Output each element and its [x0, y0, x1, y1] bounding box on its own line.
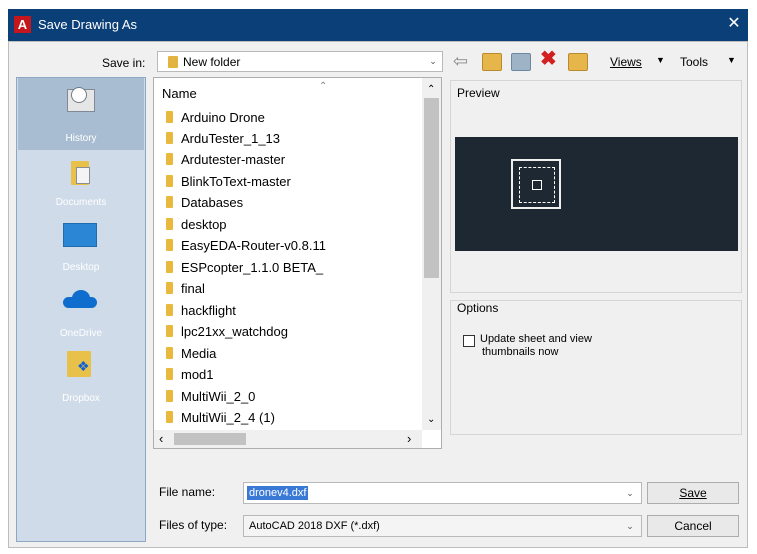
- folder-icon: [166, 347, 173, 359]
- views-menu[interactable]: Views: [610, 55, 642, 69]
- folder-icon: [166, 411, 173, 423]
- folder-icon: [166, 261, 173, 273]
- place-label-desktop[interactable]: Desktop: [17, 262, 145, 273]
- views-caret-icon[interactable]: ▼: [656, 55, 665, 65]
- scroll-down-icon[interactable]: ⌄: [427, 414, 435, 425]
- history-icon[interactable]: [65, 86, 97, 112]
- sort-indicator-icon: ⌃: [319, 81, 328, 92]
- tools-menu[interactable]: Tools: [680, 55, 708, 69]
- list-item[interactable]: ESPcopter_1.1.0 BETA_: [166, 257, 426, 277]
- folder-icon: [166, 111, 173, 123]
- close-icon[interactable]: ✕: [725, 15, 743, 33]
- vertical-scroll-thumb[interactable]: [424, 98, 439, 278]
- update-thumbnails-label[interactable]: Update sheet and view thumbnails now: [480, 333, 592, 359]
- file-type-label: Files of type:: [159, 518, 228, 532]
- horizontal-scroll-thumb[interactable]: [174, 433, 246, 445]
- list-item[interactable]: desktop: [166, 214, 426, 234]
- folder-icon: [166, 153, 173, 165]
- save-in-value: New folder: [183, 55, 241, 69]
- list-item[interactable]: Media: [166, 343, 426, 363]
- search-web-icon[interactable]: [511, 53, 531, 71]
- list-item[interactable]: MultiWii_2_0: [166, 386, 426, 406]
- save-drawing-dialog: A Save Drawing As ✕ Save in: New folder …: [0, 0, 757, 554]
- chevron-down-icon: ⌄: [429, 56, 437, 66]
- chevron-down-icon[interactable]: ⌄: [623, 483, 637, 503]
- place-label-history[interactable]: History: [17, 133, 145, 144]
- places-bar: History Documents Desktop OneDrive ❖ Dro…: [16, 77, 146, 542]
- list-item[interactable]: hackflight: [166, 300, 426, 320]
- scroll-left-icon[interactable]: ‹: [159, 431, 163, 446]
- back-arrow-icon[interactable]: ⇦: [453, 52, 471, 70]
- place-label-dropbox[interactable]: Dropbox: [17, 393, 145, 404]
- up-folder-icon[interactable]: [482, 53, 502, 71]
- documents-icon[interactable]: [71, 161, 91, 185]
- save-in-label: Save in:: [102, 56, 146, 70]
- list-item[interactable]: mod1: [166, 364, 426, 384]
- vertical-scrollbar[interactable]: ⌃ ⌄: [422, 78, 441, 430]
- file-name-label: File name:: [159, 485, 216, 499]
- place-label-documents[interactable]: Documents: [17, 197, 145, 208]
- chevron-down-icon[interactable]: ⌄: [623, 516, 637, 536]
- save-in-dropdown[interactable]: New folder ⌄: [157, 51, 443, 72]
- options-label: Options: [457, 301, 499, 315]
- list-item[interactable]: final: [166, 278, 426, 298]
- column-header-name[interactable]: Name: [162, 86, 197, 101]
- drawing-thumbnail-icon: [511, 159, 561, 209]
- file-list[interactable]: Name ⌃ Arduino Drone ArduTester_1_13 Ard…: [153, 77, 442, 449]
- new-folder-icon[interactable]: [568, 53, 588, 71]
- folder-icon: [166, 239, 173, 251]
- save-button[interactable]: Save: [647, 482, 739, 504]
- preview-label: Preview: [457, 86, 500, 100]
- desktop-icon[interactable]: [63, 223, 97, 247]
- onedrive-icon[interactable]: [63, 290, 97, 308]
- folder-icon: [166, 132, 173, 144]
- window-title: Save Drawing As: [38, 17, 137, 32]
- update-thumbnails-checkbox[interactable]: [463, 335, 475, 347]
- file-name-input[interactable]: dronev4.dxf ⌄: [243, 482, 642, 504]
- list-item[interactable]: lpc21xx_watchdog: [166, 321, 426, 341]
- scroll-right-icon[interactable]: ›: [407, 431, 411, 446]
- preview-group: Preview: [450, 80, 742, 293]
- autocad-logo-icon: A: [14, 16, 31, 33]
- list-item[interactable]: Arduino Drone: [166, 107, 426, 127]
- folder-icon: [168, 56, 178, 68]
- list-item[interactable]: Ardutester-master: [166, 149, 426, 169]
- scroll-up-icon[interactable]: ⌃: [427, 84, 435, 95]
- folder-icon: [166, 304, 173, 316]
- folder-icon: [166, 390, 173, 402]
- file-name-value: dronev4.dxf: [247, 486, 309, 500]
- folder-icon: [166, 325, 173, 337]
- cancel-button[interactable]: Cancel: [647, 515, 739, 537]
- delete-icon[interactable]: ✖: [540, 49, 558, 69]
- list-item[interactable]: BlinkToText-master: [166, 171, 426, 191]
- list-item[interactable]: Databases: [166, 192, 426, 212]
- horizontal-scrollbar[interactable]: ‹ ›: [154, 430, 422, 448]
- dropbox-icon[interactable]: ❖: [67, 351, 95, 377]
- folder-icon: [166, 282, 173, 294]
- folder-icon: [166, 368, 173, 380]
- place-label-onedrive[interactable]: OneDrive: [17, 328, 145, 339]
- folder-icon: [166, 196, 173, 208]
- folder-icon: [166, 218, 173, 230]
- preview-canvas: [455, 137, 738, 251]
- file-type-dropdown[interactable]: AutoCAD 2018 DXF (*.dxf) ⌄: [243, 515, 642, 537]
- list-item[interactable]: MultiWii_2_4 (1): [166, 407, 426, 427]
- list-item[interactable]: EasyEDA-Router-v0.8.11: [166, 235, 426, 255]
- list-item[interactable]: ArduTester_1_13: [166, 128, 426, 148]
- folder-icon: [166, 175, 173, 187]
- options-group: Options Update sheet and view thumbnails…: [450, 300, 742, 435]
- tools-caret-icon[interactable]: ▼: [727, 55, 736, 65]
- file-type-value: AutoCAD 2018 DXF (*.dxf): [249, 520, 380, 532]
